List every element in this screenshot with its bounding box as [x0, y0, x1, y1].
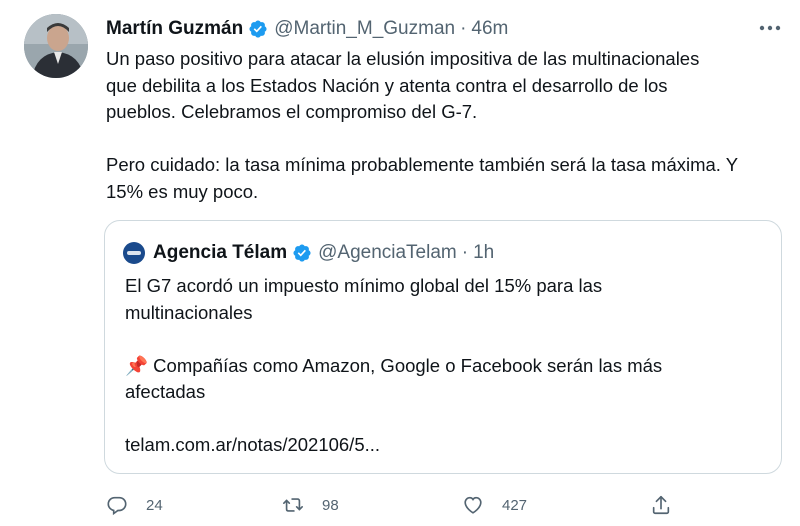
like-icon — [464, 496, 482, 514]
tweet[interactable]: Martín Guzmán @Martin_M_Guzman · 46m Un … — [0, 0, 800, 526]
tweet-header: Martín Guzmán @Martin_M_Guzman · 46m — [106, 17, 508, 41]
quoted-link[interactable]: telam.com.ar/notas/202106/5... — [125, 432, 765, 459]
retweet-button[interactable]: 98 — [282, 492, 339, 518]
separator-dot: · — [460, 18, 467, 39]
tweet-text-line: pueblos. Celebramos el compromiso del G-… — [106, 101, 478, 122]
share-icon — [652, 495, 670, 515]
quoted-tweet[interactable]: Agencia Télam @AgenciaTelam · 1h El G7 a… — [104, 220, 782, 474]
tweet-text-line: 15% es muy poco. — [106, 180, 259, 202]
like-button[interactable]: 427 — [462, 492, 527, 518]
reply-count: 24 — [146, 496, 163, 514]
quoted-author-name: Agencia Télam — [153, 242, 288, 263]
verified-badge-icon — [248, 19, 268, 39]
reply-button[interactable]: 24 — [106, 492, 163, 518]
reply-icon — [107, 496, 127, 516]
tweet-text-line: Pero cuidado: la tasa mínima probablemen… — [106, 154, 739, 175]
verified-badge-icon — [292, 243, 312, 263]
author-name[interactable]: Martín Guzmán — [106, 18, 243, 40]
separator-dot: · — [461, 242, 469, 263]
quoted-timestamp: 1h — [473, 242, 495, 263]
retweet-count: 98 — [322, 496, 339, 514]
avatar[interactable] — [24, 14, 88, 78]
retweet-icon — [283, 498, 303, 512]
like-count: 427 — [502, 496, 528, 514]
tweet-text: Un paso positivo para atacar la elusión … — [106, 46, 796, 205]
action-bar: 24 98 427 — [104, 492, 684, 518]
more-icon[interactable] — [756, 16, 784, 40]
share-button[interactable] — [650, 492, 672, 518]
quoted-text-line: El G7 acordó un impuesto mínimo global d… — [125, 275, 603, 296]
quoted-tweet-text: El G7 acordó un impuesto mínimo global d… — [125, 273, 765, 459]
quoted-text-line: 📌 Compañías como Amazon, Google o Facebo… — [125, 354, 663, 376]
quoted-author-handle: @AgenciaTelam — [318, 242, 457, 263]
tweet-text-line: que debilita a los Estados Nación y aten… — [106, 74, 668, 96]
quoted-avatar — [123, 242, 145, 264]
quoted-text-line: multinacionales — [125, 301, 253, 323]
quoted-text-line: afectadas — [125, 381, 206, 402]
author-handle[interactable]: @Martin_M_Guzman — [274, 18, 455, 40]
timestamp[interactable]: 46m — [471, 18, 508, 40]
quoted-tweet-header: Agencia Télam @AgenciaTelam · 1h — [123, 241, 494, 265]
avatar-photo — [24, 14, 88, 78]
tweet-text-line: Un paso positivo para atacar la elusión … — [106, 48, 700, 69]
